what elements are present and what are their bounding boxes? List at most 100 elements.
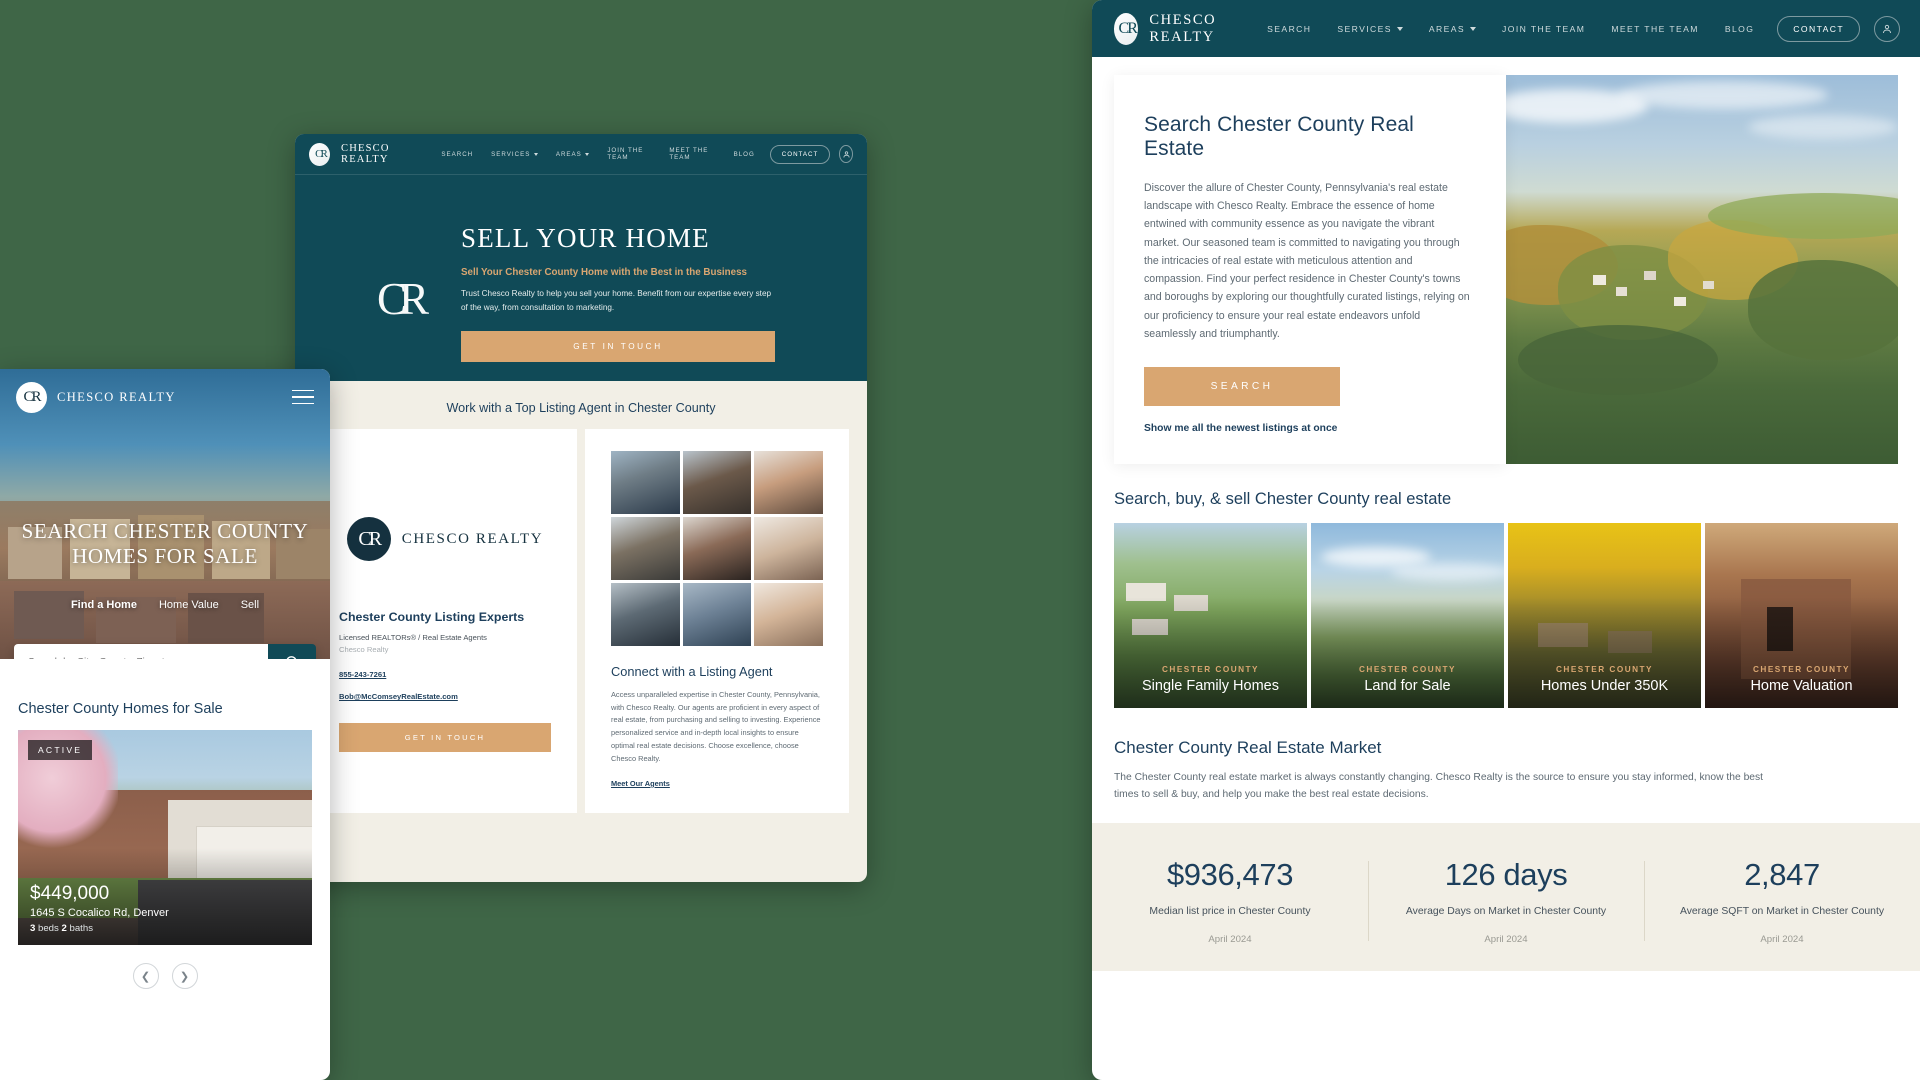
- category-section-heading: Search, buy, & sell Chester County real …: [1114, 489, 1452, 508]
- category-card-home-valuation[interactable]: CHESTER COUNTY Home Valuation: [1705, 522, 1898, 708]
- agent-photo[interactable]: [682, 517, 752, 580]
- site-logo[interactable]: CR CHESCO REALTY: [309, 142, 432, 166]
- email-link[interactable]: Bob@McComseyRealEstate.com: [339, 692, 551, 701]
- search-button[interactable]: SEARCH: [1144, 366, 1340, 406]
- status-badge: ACTIVE: [28, 740, 93, 760]
- nav-item-blog[interactable]: BLOG: [1712, 24, 1767, 34]
- nav-item-services[interactable]: SERVICES: [482, 151, 547, 158]
- stat-average-sqft: 2,847 Average SQFT on Market in Chester …: [1644, 857, 1920, 945]
- user-account-icon[interactable]: [839, 145, 853, 163]
- stat-date: April 2024: [1760, 934, 1804, 946]
- stat-date: April 2024: [1484, 934, 1528, 946]
- phone-mockup: CR CHESCO REALTY SEARCH CHESTER COUNTY H…: [0, 369, 330, 1080]
- category-card-homes-under-350k[interactable]: CHESTER COUNTY Homes Under 350K: [1508, 522, 1701, 708]
- tab-home-value[interactable]: Home Value: [159, 599, 219, 611]
- stat-value: 2,847: [1744, 857, 1820, 893]
- contact-button[interactable]: CONTACT: [769, 144, 831, 164]
- category-card-single-family-homes[interactable]: CHESTER COUNTY Single Family Homes: [1114, 522, 1307, 708]
- category-title: Land for Sale: [1364, 677, 1451, 694]
- section-heading: Work with a Top Listing Agent in Chester…: [446, 401, 716, 415]
- nav-item-services[interactable]: SERVICES: [1324, 24, 1416, 34]
- stat-label: Average SQFT on Market in Chester County: [1679, 906, 1885, 918]
- listing-agent-section: Work with a Top Listing Agent in Chester…: [295, 381, 867, 813]
- brand-name: CHESCO REALTY: [340, 143, 390, 165]
- tablet-mockup: CR CHESCO REALTY SEARCH SERVICES AREAS J…: [295, 134, 867, 882]
- phone-link[interactable]: 855-243-7261: [339, 670, 551, 679]
- category-title: Home Valuation: [1750, 677, 1853, 694]
- brand-name: CHESCO REALTY: [1149, 11, 1217, 45]
- listing-price: $449,000: [30, 883, 110, 904]
- phone-hero: CR CHESCO REALTY SEARCH CHESTER COUNTY H…: [0, 369, 330, 659]
- magnifier-icon[interactable]: [268, 644, 316, 659]
- agent-photo[interactable]: [611, 583, 680, 646]
- listing-section-heading: Chester County Homes for Sale: [18, 701, 223, 717]
- meet-our-agents-link[interactable]: Meet Our Agents: [611, 779, 670, 788]
- newest-listings-link[interactable]: Show me all the newest listings at once: [1144, 423, 1470, 434]
- tab-sell[interactable]: Sell: [241, 599, 259, 611]
- listing-experts-card: CR CHESCO REALTY Chester County Listing …: [313, 429, 577, 813]
- sell-your-home-hero: CR SELL YOUR HOME Sell Your Chester Coun…: [295, 175, 867, 381]
- connect-agent-card: Connect with a Listing Agent Access unpa…: [585, 429, 849, 813]
- category-card-row: CHESTER COUNTY Single Family Homes CHEST…: [1114, 522, 1898, 708]
- contact-button[interactable]: CONTACT: [1777, 15, 1860, 42]
- agent-photo[interactable]: [611, 517, 680, 580]
- search-input[interactable]: [14, 644, 268, 659]
- chevron-right-icon[interactable]: ❯: [171, 963, 198, 989]
- nav-item-areas[interactable]: AREAS: [547, 151, 598, 158]
- listing-beds-label: beds: [38, 923, 59, 934]
- phone-listing-section: Chester County Homes for Sale ACTIVE $44…: [0, 659, 330, 989]
- agent-photo[interactable]: [754, 583, 823, 646]
- nav-item-blog[interactable]: BLOG: [725, 151, 764, 158]
- tab-find-a-home[interactable]: Find a Home: [71, 599, 137, 611]
- desktop-nav-menu: SEARCH SERVICES AREAS JOIN THE TEAM MEET…: [1254, 15, 1900, 42]
- phone-hero-tabs: Find a Home Home Value Sell: [0, 599, 330, 611]
- hero-description: Discover the allure of Chester County, P…: [1144, 182, 1470, 340]
- property-listing-card[interactable]: ACTIVE $449,000 1645 S Cocalico Rd, Denv…: [18, 730, 312, 945]
- nav-item-meet-the-team[interactable]: MEET THE TEAM: [1598, 24, 1711, 34]
- chesco-realty-logo: CR CHESCO REALTY: [339, 517, 551, 561]
- hero-body: Trust Chesco Realty to help you sell you…: [461, 289, 772, 313]
- agent-photo[interactable]: [682, 451, 752, 514]
- listing-baths-label: baths: [69, 923, 93, 934]
- nav-item-search[interactable]: SEARCH: [432, 151, 482, 158]
- market-stats-band: $936,473 Median list price in Chester Co…: [1092, 823, 1920, 972]
- stat-value: 126 days: [1444, 857, 1568, 893]
- hamburger-menu-icon[interactable]: [292, 385, 314, 410]
- stat-median-list-price: $936,473 Median list price in Chester Co…: [1092, 857, 1368, 945]
- phone-search-bar: [14, 644, 316, 659]
- page-title: Search Chester County Real Estate: [1144, 113, 1414, 160]
- agent-photo[interactable]: [682, 583, 752, 646]
- logo-badge-icon[interactable]: CR: [16, 381, 47, 413]
- chevron-down-icon: [585, 152, 590, 156]
- phone-header: CR CHESCO REALTY: [0, 369, 330, 425]
- chevron-left-icon[interactable]: ❮: [132, 963, 159, 989]
- get-in-touch-button[interactable]: GET IN TOUCH: [339, 723, 551, 753]
- agent-photo[interactable]: [754, 451, 823, 514]
- hero-subtitle: Sell Your Chester County Home with the B…: [461, 267, 747, 278]
- nav-item-join-the-team[interactable]: JOIN THE TEAM: [1489, 24, 1598, 34]
- agent-photo[interactable]: [611, 451, 680, 514]
- get-in-touch-button[interactable]: GET IN TOUCH: [461, 331, 775, 363]
- logo-text: CHESCO REALTY: [401, 530, 544, 547]
- nav-item-join-the-team[interactable]: JOIN THE TEAM: [598, 147, 660, 161]
- nav-item-search[interactable]: SEARCH: [1254, 24, 1324, 34]
- listing-specs: 3 beds 2 baths: [30, 923, 169, 934]
- nav-item-areas[interactable]: AREAS: [1416, 24, 1489, 34]
- listing-beds-count: 3: [30, 923, 36, 934]
- stat-label: Median list price in Chester County: [1149, 906, 1311, 918]
- brand-name: CHESCO REALTY: [57, 389, 176, 404]
- search-hero-section: Search Chester County Real Estate Discov…: [1092, 57, 1920, 464]
- chevron-down-icon: [1396, 26, 1403, 31]
- agent-photo-grid: [611, 451, 823, 646]
- category-title: Single Family Homes: [1142, 677, 1279, 694]
- card-title: Chester County Listing Experts: [339, 610, 525, 624]
- nav-item-meet-the-team[interactable]: MEET THE TEAM: [660, 147, 724, 161]
- site-logo[interactable]: CR CHESCO REALTY: [1114, 12, 1254, 46]
- user-account-icon[interactable]: [1874, 15, 1900, 42]
- category-card-land-for-sale[interactable]: CHESTER COUNTY Land for Sale: [1311, 522, 1504, 708]
- card-title: Connect with a Listing Agent: [611, 664, 773, 679]
- card-description: Access unparalleled expertise in Chester…: [611, 689, 821, 763]
- agent-photo[interactable]: [754, 517, 823, 580]
- market-section: Chester County Real Estate Market The Ch…: [1092, 708, 1920, 803]
- stat-value: $936,473: [1166, 857, 1294, 893]
